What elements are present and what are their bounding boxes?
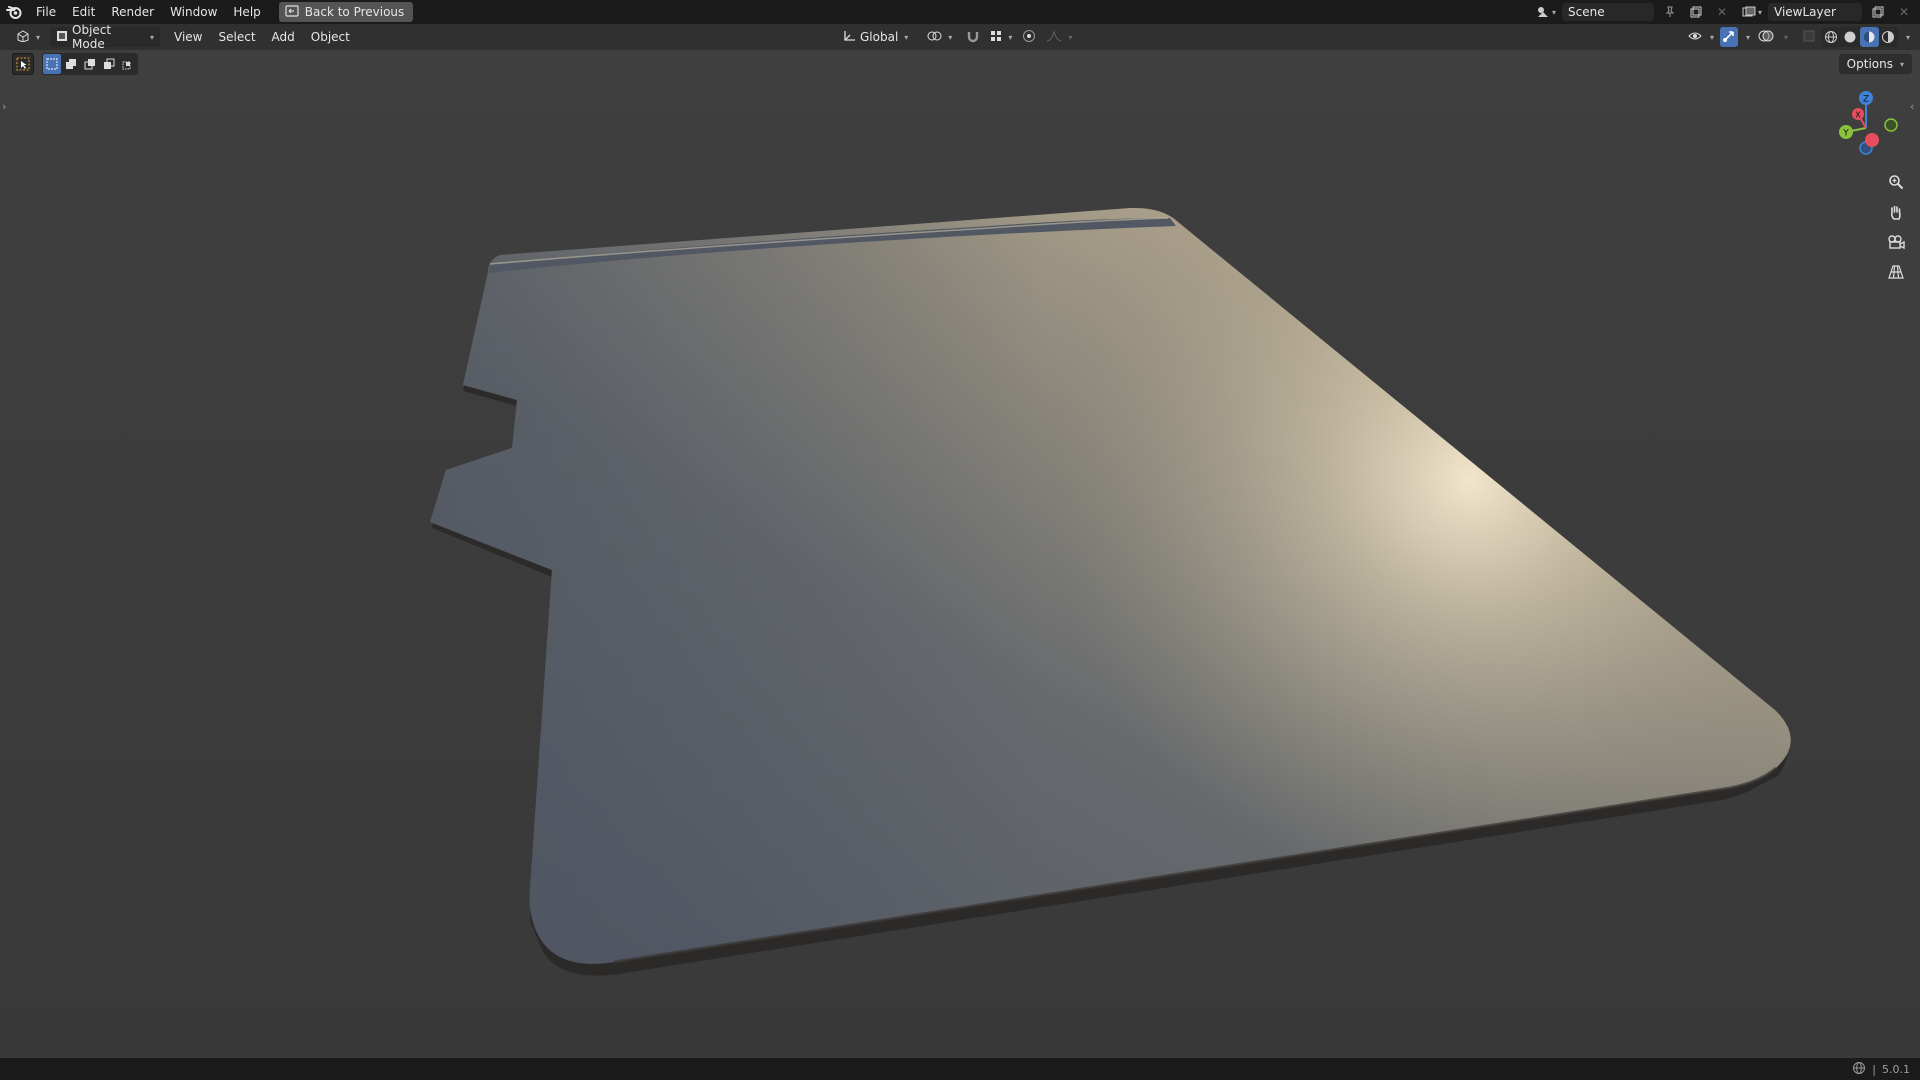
gizmo-x-label: X [1855,111,1861,120]
camera-icon[interactable] [1882,228,1910,256]
material-preview-shading-icon[interactable] [1859,27,1879,47]
intersect-selection-icon[interactable] [119,54,137,74]
menu-help[interactable]: Help [225,0,268,24]
delete-scene-icon[interactable]: ✕ [1712,2,1732,22]
snap-target-dropdown[interactable]: ▾ [988,27,1014,47]
back-icon [285,4,299,20]
tool-settings [12,52,138,76]
pivot-icon [926,30,942,45]
menu-render[interactable]: Render [103,0,162,24]
gizmo-icon [1722,29,1736,46]
solid-shading-icon[interactable] [1841,27,1860,47]
version-label: 5.0.1 [1882,1062,1910,1076]
blender-logo-icon[interactable] [0,0,28,24]
gizmo-dropdown[interactable]: ▾ [1742,27,1752,47]
falloff-curve-icon [1046,29,1062,45]
select-box-icon[interactable] [12,53,34,75]
view-layer-selector-icon[interactable]: ▾ [1742,2,1762,22]
top-bar: File Edit Render Window Help Back to Pre… [0,0,1920,24]
proportional-editing-toggle[interactable] [1020,27,1038,47]
new-view-layer-icon[interactable] [1868,2,1888,22]
view-layer-field[interactable]: ViewLayer [1768,3,1862,21]
scene-name: Scene [1568,5,1605,19]
editor-type-button[interactable]: ▾ [10,27,46,47]
subtract-selection-icon[interactable] [81,54,99,74]
extend-selection-icon[interactable] [62,54,80,74]
options-label: Options [1846,57,1893,71]
sidebar-expand-arrow[interactable]: ‹ [1910,100,1914,113]
xray-icon [1802,29,1816,46]
mode-label: Object Mode [72,23,112,51]
menu-edit[interactable]: Edit [64,0,103,24]
toolbar-expand-arrow[interactable]: › [2,100,6,113]
view-layer-name: ViewLayer [1774,5,1836,19]
3d-viewport-icon [16,29,30,45]
mode-selector[interactable]: Object Mode ▾ [50,23,161,51]
transform-orientation-dropdown[interactable]: Global ▾ [836,27,914,47]
eye-arrow-icon [1688,30,1704,45]
wireframe-shading-icon[interactable] [1822,27,1841,47]
menu-view[interactable]: View [166,24,210,50]
scene-selector-icon[interactable]: ▾ [1536,2,1556,22]
options-dropdown[interactable]: Options ▾ [1838,54,1912,74]
proportional-edit-icon [1022,29,1036,46]
delete-view-layer-icon[interactable]: ✕ [1894,2,1914,22]
zoom-icon[interactable] [1882,168,1910,196]
menu-object[interactable]: Object [303,24,358,50]
invert-selection-icon[interactable] [100,54,118,74]
3d-viewport[interactable]: › ‹ Z Y X [0,50,1920,1058]
perspective-grid-icon[interactable] [1882,258,1910,286]
viewport-scene [0,50,1920,1058]
show-overlays-toggle[interactable] [1756,27,1776,47]
globe-icon[interactable] [1852,1061,1866,1078]
status-bar: | 5.0.1 [0,1058,1920,1080]
scene-name-field[interactable]: Scene [1562,3,1654,21]
status-separator: | [1872,1062,1876,1076]
proportional-falloff-dropdown[interactable]: ▾ [1044,27,1074,47]
transform-controls: Global ▾ ▾ ▾ ▾ [836,27,1074,47]
viewport-header: ▾ Object Mode ▾ View Select Add Object G… [0,23,1920,51]
orientation-label: Global [860,30,899,44]
pivot-point-dropdown[interactable]: ▾ [920,27,958,47]
back-button-label: Back to Previous [304,5,405,19]
menu-add[interactable]: Add [264,24,303,50]
xray-toggle[interactable] [1800,27,1818,47]
viewport-shading-controls: ▾ ▾ ▾ ▾ [1686,27,1912,47]
menu-window[interactable]: Window [162,0,225,24]
gizmo-z-label: Z [1863,95,1869,105]
chevron-down-icon: ▾ [1899,59,1904,69]
rendered-shading-icon[interactable] [1879,27,1898,47]
selection-mode-group [42,53,138,75]
back-to-previous-button[interactable]: Back to Previous [278,2,414,22]
shading-dropdown[interactable]: ▾ [1902,27,1912,47]
overlays-dropdown[interactable]: ▾ [1780,27,1790,47]
magnet-icon [966,29,980,46]
show-gizmo-toggle[interactable] [1719,27,1738,47]
pan-hand-icon[interactable] [1882,198,1910,226]
navigation-gizmo[interactable]: Z Y X [1826,88,1906,168]
pin-icon[interactable] [1660,2,1680,22]
set-new-selection-icon[interactable] [43,54,61,74]
top-right-controls: ▾ Scene ✕ ▾ ViewLayer ✕ [1536,0,1920,24]
shading-mode-group [1821,27,1898,47]
selectability-visibility-dropdown[interactable]: ▾ [1686,27,1716,47]
object-mode-icon [56,30,68,45]
menu-file[interactable]: File [28,0,64,24]
snap-increment-icon [990,30,1002,45]
menu-select[interactable]: Select [211,24,264,50]
orientation-axes-icon [842,30,856,45]
gizmo-y-label: Y [1842,129,1849,139]
new-scene-icon[interactable] [1686,2,1706,22]
snap-toggle[interactable] [964,27,982,47]
overlays-icon [1758,29,1774,46]
